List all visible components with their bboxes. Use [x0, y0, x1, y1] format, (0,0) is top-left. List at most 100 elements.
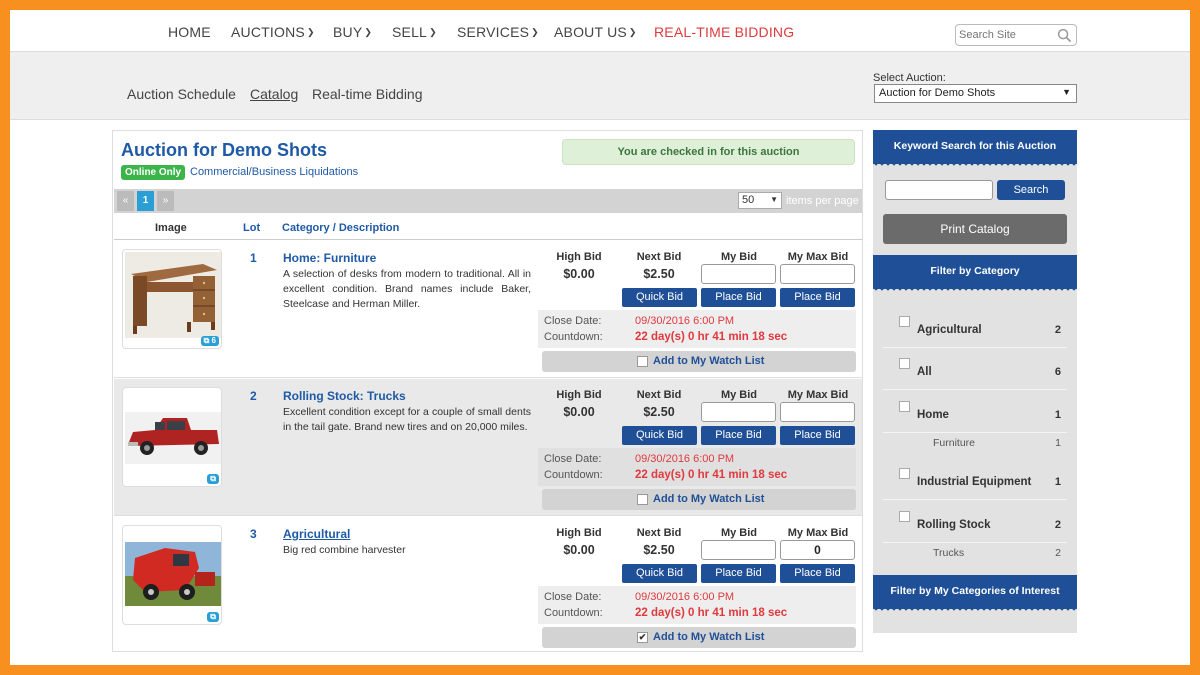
filter-category-agricultural[interactable]: Agricultural 2: [883, 306, 1067, 348]
my-max-bid-input[interactable]: [780, 264, 855, 284]
high-bid-value: $0.00: [563, 267, 595, 281]
items-per-page-select[interactable]: 50 ▼: [738, 192, 782, 209]
keyword-search-header: Keyword Search for this Auction: [873, 130, 1077, 167]
nav-home[interactable]: HOME: [168, 24, 211, 40]
countdown-label: Countdown:: [544, 331, 603, 343]
watch-list-toggle[interactable]: Add to My Watch List: [542, 489, 856, 510]
row-divider: [114, 515, 862, 516]
lot-row: ⧉ 6 1 Home: Furniture A selection of des…: [114, 241, 862, 377]
next-bid-value: $2.50: [643, 405, 675, 419]
close-info: Close Date: 09/30/2016 6:00 PM Countdown…: [538, 310, 856, 348]
filter-category-name: Agricultural: [917, 324, 982, 336]
filter-checkbox[interactable]: [899, 401, 910, 412]
page-1-button[interactable]: 1: [137, 191, 154, 211]
quick-bid-button[interactable]: Quick Bid: [622, 426, 697, 445]
my-max-bid-input[interactable]: 0: [780, 540, 855, 560]
place-bid-button[interactable]: Place Bid: [701, 564, 776, 583]
watch-list-checkbox[interactable]: ✔: [637, 632, 648, 643]
filter-subcategory-furniture[interactable]: Furniture 1: [923, 432, 1067, 452]
filter-checkbox[interactable]: [899, 358, 910, 369]
filter-interests-header: Filter by My Categories of Interest: [873, 575, 1077, 612]
quick-bid-button[interactable]: Quick Bid: [622, 564, 697, 583]
select-auction-dropdown[interactable]: Auction for Demo Shots ▼: [874, 84, 1077, 103]
nav-buy[interactable]: BUY ❯: [333, 24, 372, 40]
close-date-label: Close Date:: [544, 591, 602, 603]
page-next-button[interactable]: »: [157, 191, 174, 211]
filter-category-count: 2: [1054, 519, 1061, 531]
nav-real-time-bidding[interactable]: REAL-TIME BIDDING: [654, 24, 794, 40]
quick-bid-button[interactable]: Quick Bid: [622, 288, 697, 307]
close-date-label: Close Date:: [544, 315, 602, 327]
select-auction-value: Auction for Demo Shots: [879, 87, 996, 99]
catalog-panel: Auction for Demo Shots Online Only Comme…: [112, 130, 863, 652]
lot-number: 3: [250, 527, 257, 541]
lot-number: 2: [250, 389, 257, 403]
filter-category-name: Home: [917, 409, 949, 421]
subnav-auction-schedule[interactable]: Auction Schedule: [127, 86, 236, 102]
page-prev-button[interactable]: «: [117, 191, 134, 211]
print-catalog-button[interactable]: Print Catalog: [883, 214, 1067, 244]
high-bid-value: $0.00: [563, 543, 595, 557]
lot-image[interactable]: ⧉: [122, 387, 222, 487]
place-max-bid-button[interactable]: Place Bid: [780, 288, 855, 307]
subnav-catalog[interactable]: Catalog: [250, 86, 298, 102]
filter-checkbox[interactable]: [899, 511, 910, 522]
filter-subcategory-name: Trucks: [933, 547, 965, 559]
chevron-down-icon: ❯: [306, 27, 315, 37]
nav-services[interactable]: SERVICES ❯: [457, 24, 539, 40]
catalog-sidebar: Keyword Search for this Auction Search P…: [873, 130, 1077, 633]
keyword-search-button[interactable]: Search: [997, 180, 1065, 200]
high-bid-label: High Bid: [556, 389, 602, 401]
auction-type-link[interactable]: Commercial/Business Liquidations: [190, 166, 358, 178]
high-bid-label: High Bid: [556, 251, 602, 263]
my-max-bid-input[interactable]: [780, 402, 855, 422]
chevron-down-icon: ❯: [429, 27, 437, 37]
my-bid-label: My Bid: [720, 251, 758, 263]
place-max-bid-button[interactable]: Place Bid: [780, 564, 855, 583]
column-header-lot[interactable]: Lot: [243, 222, 260, 234]
filter-category-all[interactable]: All 6: [883, 348, 1067, 390]
filter-category-industrial-equipment[interactable]: Industrial Equipment 1: [883, 458, 1067, 500]
watch-list-toggle[interactable]: Add to My Watch List: [542, 351, 856, 372]
place-max-bid-button[interactable]: Place Bid: [780, 426, 855, 445]
filter-checkbox[interactable]: [899, 468, 910, 479]
filter-category-name: Industrial Equipment: [917, 476, 1032, 488]
place-bid-button[interactable]: Place Bid: [701, 426, 776, 445]
place-bid-button[interactable]: Place Bid: [701, 288, 776, 307]
keyword-search-input[interactable]: [885, 180, 993, 200]
filter-category-count: 1: [1054, 476, 1061, 488]
my-bid-input[interactable]: [701, 540, 776, 560]
filter-subcategory-count: 1: [1055, 437, 1061, 449]
filter-category-count: 2: [1054, 324, 1061, 336]
my-bid-input[interactable]: [701, 402, 776, 422]
close-date-label: Close Date:: [544, 453, 602, 465]
lot-row: ⧉ 2 Rolling Stock: Trucks Excellent cond…: [114, 379, 862, 515]
header-divider: [114, 239, 862, 240]
filter-category-count: 1: [1054, 409, 1061, 421]
filter-category-rolling-stock[interactable]: Rolling Stock 2: [883, 501, 1067, 543]
filter-subcategory-trucks[interactable]: Trucks 2: [923, 542, 1067, 562]
search-icon[interactable]: [1057, 28, 1072, 43]
lot-image[interactable]: ⧉ 6: [122, 249, 222, 349]
filter-checkbox[interactable]: [899, 316, 910, 327]
lot-category-link[interactable]: Agricultural: [283, 527, 350, 541]
nav-sell[interactable]: SELL ❯: [392, 24, 437, 40]
watch-list-label: Add to My Watch List: [653, 493, 765, 505]
online-only-badge: Online Only: [121, 165, 186, 180]
nav-about-us[interactable]: ABOUT US ❯: [554, 24, 637, 40]
subnav-real-time-bidding[interactable]: Real-time Bidding: [312, 86, 423, 102]
lot-image[interactable]: ⧉: [122, 525, 222, 625]
my-max-bid-label: My Max Bid: [787, 527, 849, 539]
lot-category-link[interactable]: Rolling Stock: Trucks: [283, 389, 406, 403]
column-header-category[interactable]: Category / Description: [282, 222, 399, 234]
my-bid-input[interactable]: [701, 264, 776, 284]
my-bid-label: My Bid: [720, 527, 758, 539]
truck-photo: [125, 390, 221, 476]
watch-list-checkbox[interactable]: [637, 356, 648, 367]
filter-category-home[interactable]: Home 1: [883, 391, 1067, 433]
lot-category-link[interactable]: Home: Furniture: [283, 251, 376, 265]
nav-auctions[interactable]: AUCTIONS ❯: [231, 24, 315, 40]
watch-list-toggle[interactable]: ✔ Add to My Watch List: [542, 627, 856, 648]
watch-list-checkbox[interactable]: [637, 494, 648, 505]
site-search-input[interactable]: [956, 25, 1054, 45]
